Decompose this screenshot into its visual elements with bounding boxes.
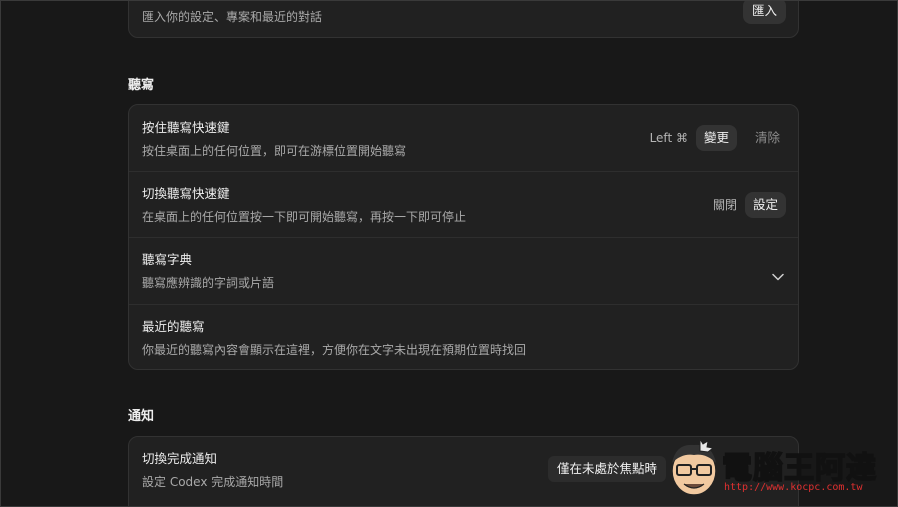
watermark-url: http://www.kocpc.com.tw xyxy=(724,482,863,493)
toggle-dictation-shortcut-row: 切換聽寫快速鍵 在桌面上的任何位置按一下即可開始聽寫，再按一下即可停止 關閉 設… xyxy=(129,171,798,237)
chevron-down-icon[interactable] xyxy=(772,266,784,285)
notification-section-title: 通知 xyxy=(128,409,155,424)
row-title: 最近的聽寫 xyxy=(142,319,205,334)
dictation-dictionary-row[interactable]: 聽寫字典 聽寫應辨識的字詞或片語 xyxy=(129,237,798,304)
current-shortcut: Left ⌘ xyxy=(649,131,688,145)
dictation-panel: 按住聽寫快速鍵 按住桌面上的任何位置，即可在游標位置開始聽寫 Left ⌘ 變更… xyxy=(128,104,799,370)
toggle-shortcut-controls: 關閉 設定 xyxy=(713,172,786,237)
row-title: 切換聽寫快速鍵 xyxy=(142,186,230,201)
import-row: 匯入你的設定、專案和最近的對話 匯入 xyxy=(129,1,798,39)
set-shortcut-button[interactable]: 設定 xyxy=(744,191,786,218)
import-description: 匯入你的設定、專案和最近的對話 xyxy=(142,10,323,24)
site-watermark: 電腦王阿達 http://www.kocpc.com.tw xyxy=(666,437,892,501)
mascot-icon xyxy=(671,437,717,496)
toggle-shortcut-status: 關閉 xyxy=(712,198,737,212)
change-shortcut-button[interactable]: 變更 xyxy=(695,125,737,151)
hold-shortcut-controls: Left ⌘ 變更 清除 xyxy=(650,105,786,171)
row-title: 聽寫字典 xyxy=(142,252,193,267)
watermark-name: 電腦王阿達 xyxy=(721,450,877,487)
row-description: 在桌面上的任何位置按一下即可開始聽寫，再按一下即可停止 xyxy=(142,210,467,224)
notification-option-select[interactable]: 僅在未處於焦點時 xyxy=(548,456,667,482)
recent-dictations-row: 最近的聽寫 你最近的聽寫內容會顯示在這裡，方便你在文字未出現在預期位置時找回 xyxy=(129,304,798,369)
row-description: 你最近的聽寫內容會顯示在這裡，方便你在文字未出現在預期位置時找回 xyxy=(142,343,527,357)
row-description: 聽寫應辨識的字詞或片語 xyxy=(142,276,275,290)
import-panel: 匯入你的設定、專案和最近的對話 匯入 xyxy=(128,1,799,39)
settings-window: 匯入你的設定、專案和最近的對話 匯入 聽寫 按住聽寫快速鍵 按住桌面上的任何位置… xyxy=(0,0,898,507)
clear-shortcut-button[interactable]: 清除 xyxy=(749,125,786,151)
dictation-section-title: 聽寫 xyxy=(128,78,155,93)
import-button[interactable]: 匯入 xyxy=(742,1,786,24)
hold-dictation-shortcut-row: 按住聽寫快速鍵 按住桌面上的任何位置，即可在游標位置開始聽寫 Left ⌘ 變更… xyxy=(129,105,798,171)
